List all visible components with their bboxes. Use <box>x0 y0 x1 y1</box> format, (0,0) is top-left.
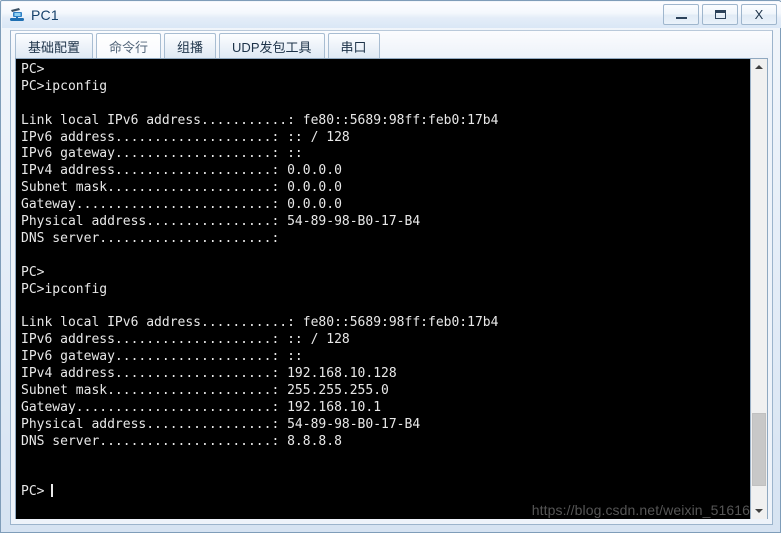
scroll-down-arrow-icon <box>755 509 763 513</box>
minimize-button[interactable] <box>663 4 699 25</box>
minimize-icon <box>675 17 687 19</box>
terminal-line: PC>ipconfig <box>21 281 108 297</box>
terminal-line: Subnet mask.....................: 255.25… <box>21 382 389 398</box>
terminal-line: Gateway.........................: 0.0.0.… <box>21 197 342 213</box>
terminal-line: Link local IPv6 address...........: fe80… <box>21 315 499 331</box>
close-icon: X <box>754 7 764 22</box>
scroll-down-button[interactable] <box>751 503 767 519</box>
terminal-line: IPv6 gateway....................: :: <box>21 146 303 162</box>
pc1-window: PC1 X 基础配置 命令行 组播 UDP发包工具 串口 PC> PC>ipco… <box>0 0 781 533</box>
terminal-line: PC> <box>21 62 45 77</box>
tab-serial-port[interactable]: 串口 <box>327 33 380 58</box>
terminal-line: PC>ipconfig <box>21 78 108 94</box>
tab-udp-packet-tool[interactable]: UDP发包工具 <box>219 33 325 58</box>
terminal-line: Link local IPv6 address...........: fe80… <box>21 112 499 128</box>
maximize-icon <box>714 10 726 19</box>
tab-label: 命令行 <box>109 39 149 55</box>
tab-command-line[interactable]: 命令行 <box>96 33 162 58</box>
tab-multicast[interactable]: 组播 <box>164 33 217 58</box>
terminal-line: IPv4 address....................: 0.0.0.… <box>21 163 342 179</box>
terminal-line: Gateway.........................: 192.16… <box>21 399 382 415</box>
tab-label: UDP发包工具 <box>232 39 312 55</box>
panel-bottom-filler <box>11 519 772 524</box>
maximize-button[interactable] <box>702 4 738 25</box>
close-button[interactable]: X <box>741 4 777 25</box>
terminal-cursor <box>51 484 54 498</box>
tab-label: 基础配置 <box>28 39 81 55</box>
tab-label: 串口 <box>340 39 367 55</box>
terminal-container: PC> PC>ipconfig Link local IPv6 address...… <box>15 58 768 520</box>
terminal-line: DNS server......................: 8.8.8.… <box>21 433 342 449</box>
tab-bar: 基础配置 命令行 组播 UDP发包工具 串口 <box>11 31 772 58</box>
tab-label: 组播 <box>177 39 204 55</box>
scroll-up-button[interactable] <box>751 59 767 75</box>
tab-basic-config[interactable]: 基础配置 <box>15 33 94 58</box>
terminal-prompt: PC> <box>21 484 45 500</box>
terminal-line: IPv6 address....................: :: / 1… <box>21 332 350 348</box>
terminal-output[interactable]: PC> PC>ipconfig Link local IPv6 address...… <box>16 59 750 519</box>
terminal-line: Subnet mask.....................: 0.0.0.… <box>21 180 342 196</box>
window-title: PC1 <box>31 7 59 23</box>
window-body-panel: 基础配置 命令行 组播 UDP发包工具 串口 PC> PC>ipconfig Lin… <box>10 30 773 525</box>
window-titlebar[interactable]: PC1 X <box>2 2 781 28</box>
terminal-line: Physical address................: 54-89-… <box>21 214 421 230</box>
terminal-prompt-line[interactable]: PC> <box>21 484 750 501</box>
terminal-line: IPv6 gateway....................: :: <box>21 349 303 365</box>
terminal-line: IPv6 address....................: :: / 1… <box>21 129 350 145</box>
terminal-line: PC> <box>21 264 45 280</box>
pc-device-icon <box>8 6 26 24</box>
terminal-line: IPv4 address....................: 192.16… <box>21 366 397 382</box>
scroll-up-arrow-icon <box>755 65 763 69</box>
terminal-line: Physical address................: 54-89-… <box>21 416 421 432</box>
scrollbar-thumb[interactable] <box>752 413 766 486</box>
terminal-scrollbar[interactable] <box>750 59 767 519</box>
watermark-text: https://blog.csdn.net/weixin_51616 <box>531 502 750 518</box>
terminal-line: DNS server......................: <box>21 230 280 246</box>
window-controls: X <box>660 4 777 25</box>
